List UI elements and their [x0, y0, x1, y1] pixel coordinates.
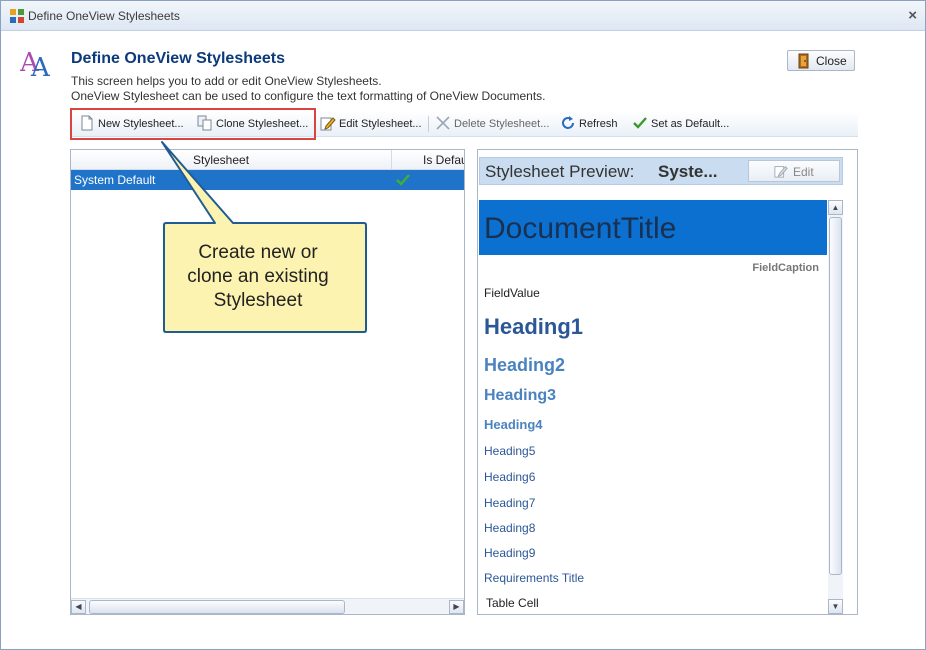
column-header-is-default-label: Is Default [423, 153, 464, 167]
callout-text: Create new or clone an existing Styleshe… [161, 241, 355, 313]
refresh-icon [562, 116, 574, 129]
checkmark-icon [633, 117, 647, 129]
horizontal-scroll-thumb[interactable] [89, 600, 345, 614]
callout-line-1: Create new or [198, 242, 318, 263]
preview-heading8: Heading8 [484, 521, 536, 535]
close-button[interactable]: Close [787, 50, 855, 71]
callout-line-3: Stylesheet [213, 290, 303, 311]
preview-document-title: DocumentTitle [479, 200, 827, 255]
preview-edit-label: Edit [793, 165, 814, 179]
description-line-1: This screen helps you to add or edit One… [71, 74, 382, 88]
callout-line-2: clone an existing [187, 266, 329, 287]
delete-stylesheet-label: Delete Stylesheet... [454, 118, 550, 130]
preview-label: Stylesheet Preview: [485, 162, 635, 181]
exit-door-icon [798, 53, 809, 69]
preview-requirements-title: Requirements Title [484, 571, 585, 585]
preview-heading9: Heading9 [484, 546, 536, 560]
preview-field-value: FieldValue [484, 286, 540, 300]
refresh-label: Refresh [579, 118, 618, 130]
page-title: Define OneView Stylesheets [71, 50, 286, 67]
preview-table-cell: Table Cell [486, 596, 539, 610]
default-check-icon [396, 174, 410, 186]
window-title: Define OneView Stylesheets [28, 9, 180, 23]
font-style-icon: A A [20, 48, 51, 79]
delete-x-icon [436, 116, 450, 130]
toolbar-separator [428, 116, 429, 132]
define-stylesheets-window: Define OneView Stylesheets × A A Define … [0, 0, 926, 650]
svg-text:A: A [30, 53, 51, 79]
preview-heading5: Heading5 [484, 444, 536, 458]
page-description: This screen helps you to add or edit One… [71, 74, 546, 104]
new-clone-highlight-box [70, 108, 316, 140]
preview-heading2: Heading2 [484, 355, 566, 375]
preview-heading6: Heading6 [484, 470, 536, 484]
edit-pencil-icon [774, 165, 788, 178]
horizontal-scrollbar[interactable]: ◀ ▶ [71, 598, 464, 614]
vertical-scrollbar[interactable]: ▲ ▼ [828, 200, 843, 614]
stylesheet-name-cell: System Default [74, 173, 156, 187]
edit-stylesheet-label: Edit Stylesheet... [339, 118, 422, 130]
scroll-left-arrow-icon[interactable]: ◀ [71, 600, 86, 614]
preview-edit-button[interactable]: Edit [748, 160, 840, 182]
scroll-down-arrow-icon[interactable]: ▼ [828, 599, 843, 614]
preview-header: Stylesheet Preview: Syste... Edit [479, 157, 843, 185]
scroll-up-arrow-icon[interactable]: ▲ [828, 200, 843, 215]
document-title-text: DocumentTitle [484, 212, 677, 245]
preview-field-caption: FieldCaption [752, 262, 819, 274]
close-button-label: Close [816, 54, 847, 68]
preview-heading1: Heading1 [484, 314, 584, 339]
title-bar: Define OneView Stylesheets × [1, 1, 925, 31]
preview-heading7: Heading7 [484, 496, 536, 510]
preview-heading3: Heading3 [484, 387, 557, 404]
vertical-scroll-thumb[interactable] [829, 217, 842, 575]
preview-stylesheet-name: Syste... [658, 162, 718, 181]
window-close-icon[interactable]: × [908, 7, 917, 24]
set-as-default-label: Set as Default... [651, 118, 730, 130]
description-line-2: OneView Stylesheet can be used to config… [71, 89, 546, 103]
column-header-is-default[interactable]: Is Default [393, 150, 464, 170]
edit-pencil-icon [320, 117, 336, 131]
app-icon [10, 9, 24, 23]
preview-content: DocumentTitle FieldCaption FieldValue He… [479, 200, 827, 614]
scroll-right-arrow-icon[interactable]: ▶ [449, 600, 464, 614]
preview-heading4: Heading4 [484, 417, 543, 432]
stylesheet-preview-panel: Stylesheet Preview: Syste... Edit Docume… [477, 149, 858, 615]
